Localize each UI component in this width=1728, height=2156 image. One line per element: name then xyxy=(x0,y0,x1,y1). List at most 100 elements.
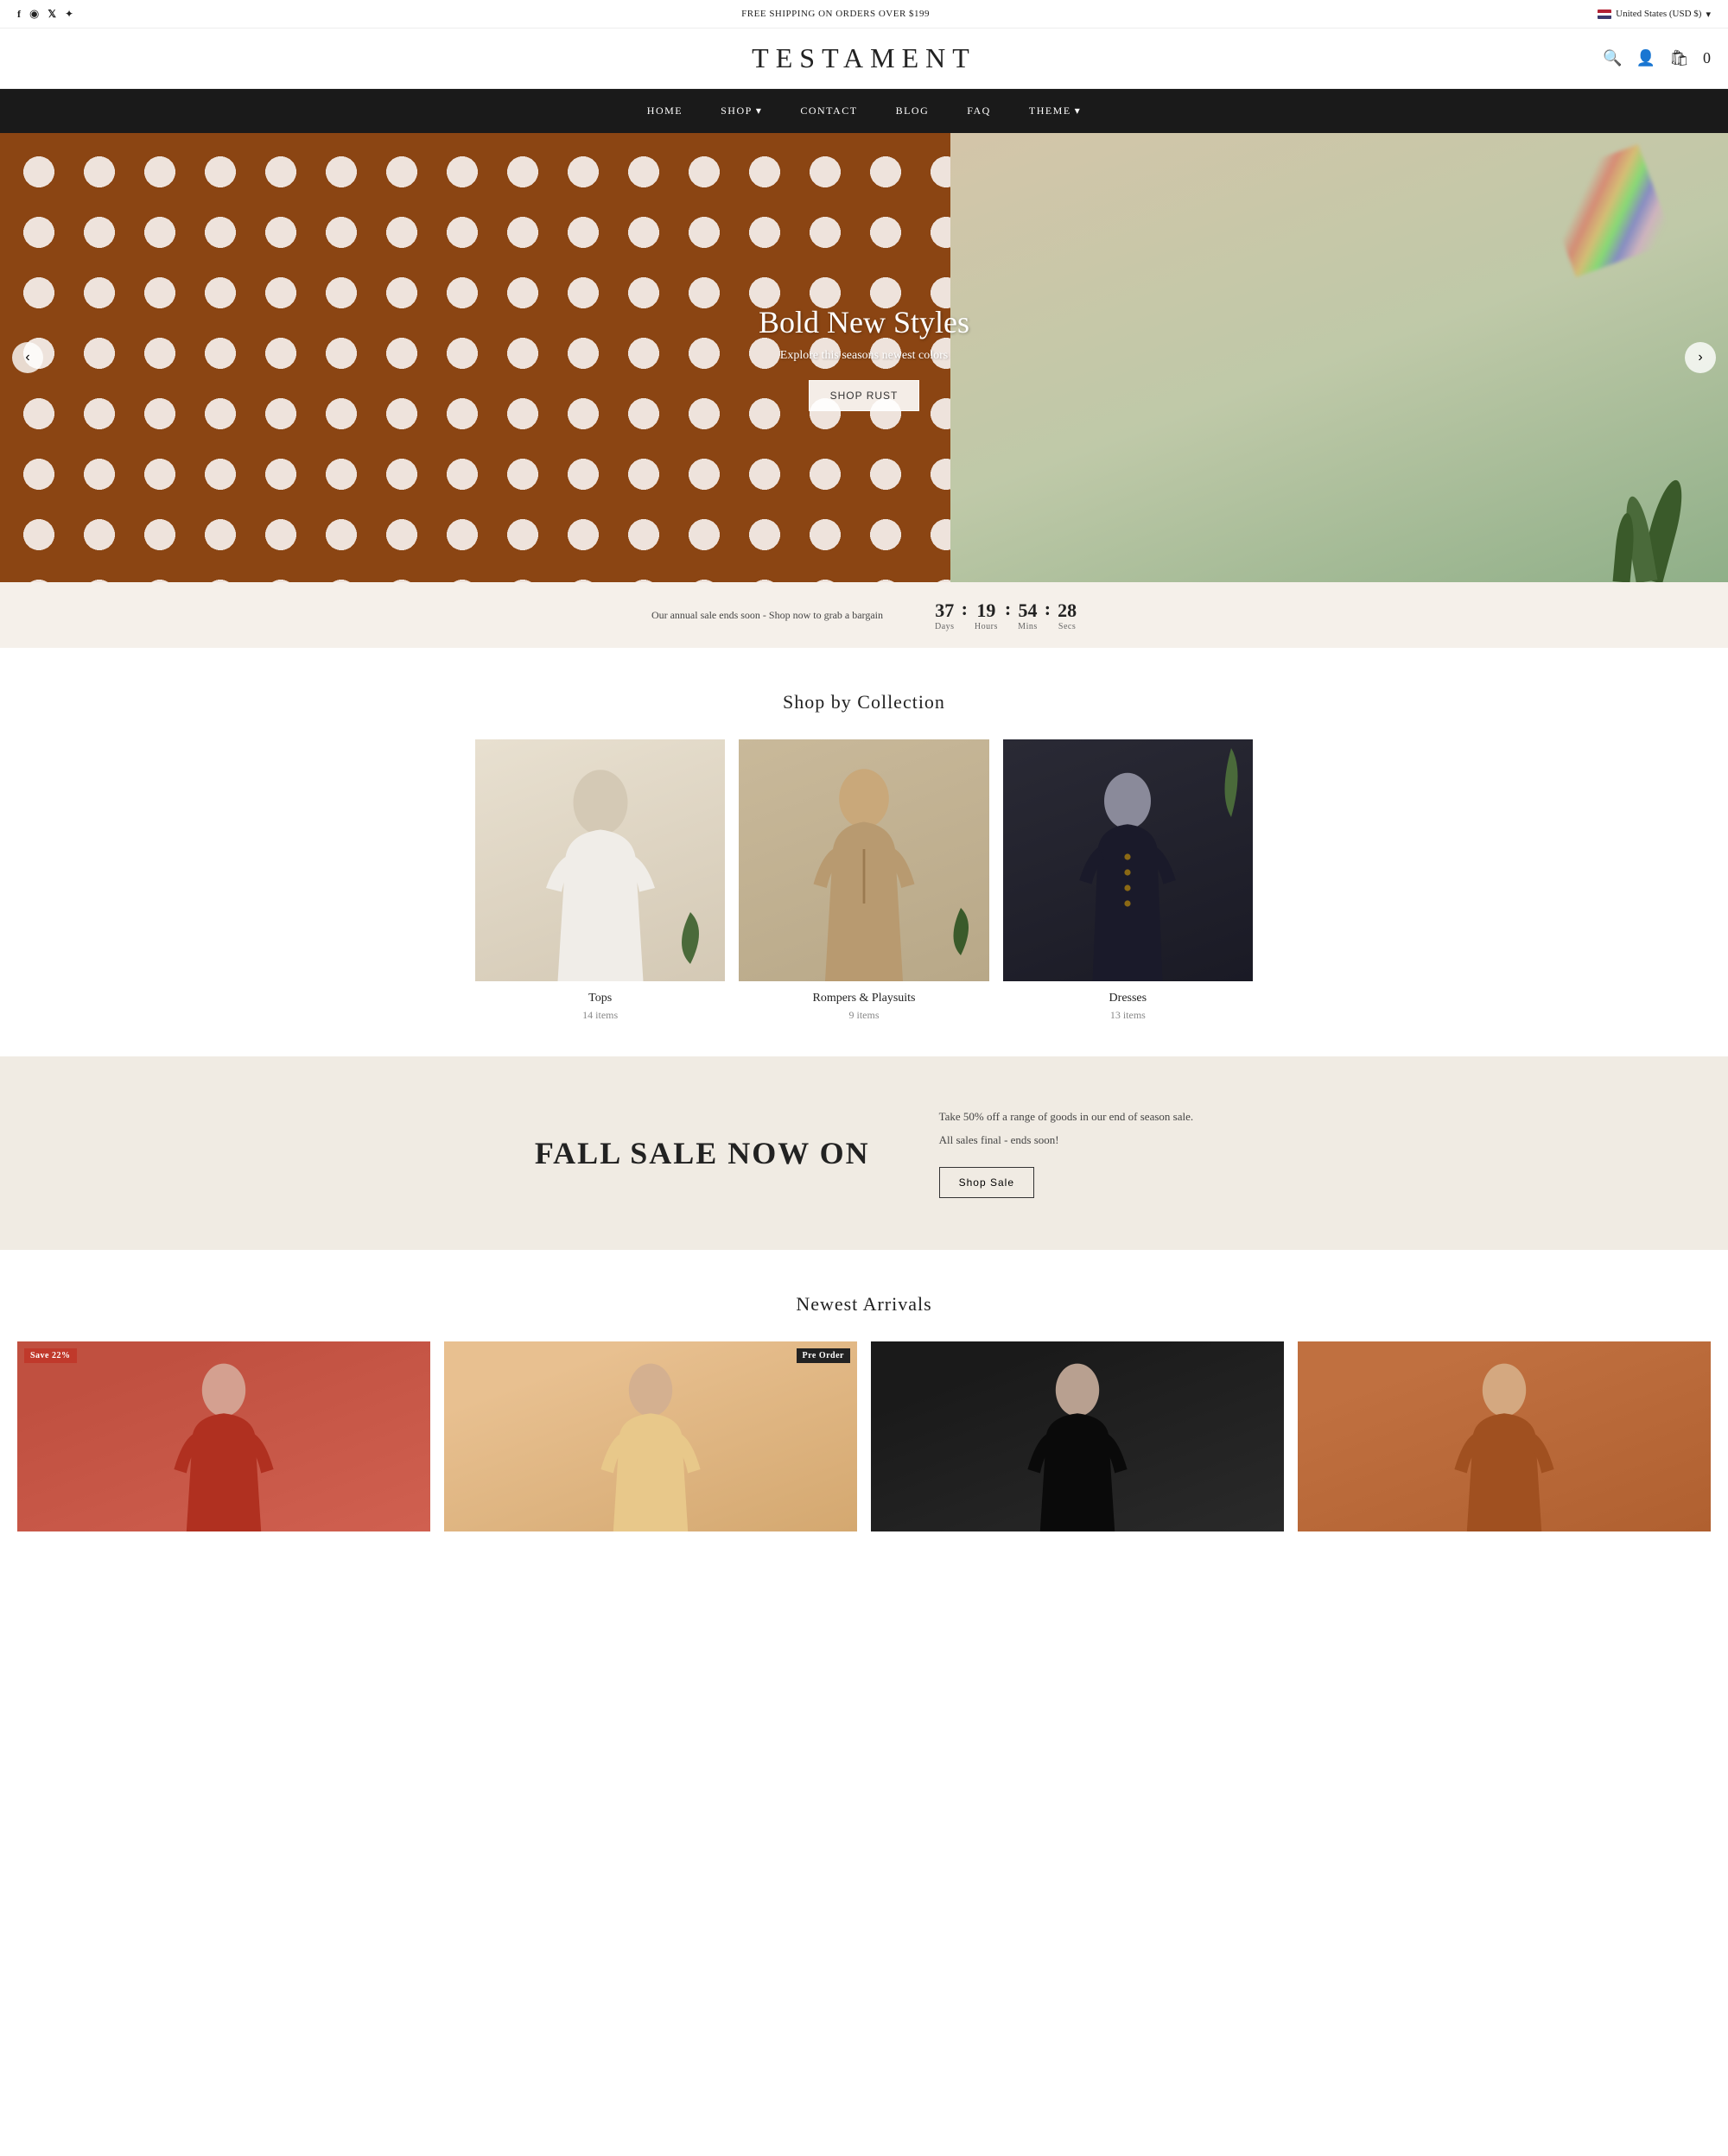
social-icons: f ◉ 𝕏 ✦ xyxy=(17,7,73,21)
leaf-decor-dresses xyxy=(1218,748,1244,817)
collections-section: Shop by Collection Tops 14 items xyxy=(0,648,1728,1056)
countdown-bar: Our annual sale ends soon - Shop now to … xyxy=(0,582,1728,648)
nav-home[interactable]: HOME xyxy=(628,89,702,133)
flag-icon xyxy=(1598,10,1611,19)
account-icon[interactable]: 👤 xyxy=(1636,49,1655,67)
collection-rompers-count: 9 items xyxy=(739,1009,988,1022)
countdown-timer: 37 Days : 19 Hours : 54 Mins : 28 Secs xyxy=(935,598,1077,632)
timer-secs: 28 Secs xyxy=(1058,599,1077,631)
timer-sep-2: : xyxy=(1005,598,1011,632)
header-actions: 🔍 👤 🛍 0 xyxy=(1603,49,1711,67)
timer-days-label: Days xyxy=(935,622,955,631)
countdown-shop-link[interactable]: Shop now xyxy=(769,609,810,621)
fall-sale-title: FALL SALE NOW ON xyxy=(535,1135,870,1171)
timer-hours-label: Hours xyxy=(975,622,998,631)
fall-sale-right: Take 50% off a range of goods in our end… xyxy=(939,1108,1194,1198)
next-arrow-icon: › xyxy=(1698,350,1702,365)
rompers-figure xyxy=(777,764,952,981)
hero-cta-button[interactable]: Shop Rust xyxy=(809,380,920,411)
dresses-figure xyxy=(1040,764,1216,981)
timer-hours: 19 Hours xyxy=(975,599,998,631)
arrival-figure-2 xyxy=(486,1360,816,1531)
leaf-decor-rompers xyxy=(946,908,976,955)
arrival-image-3 xyxy=(871,1341,1284,1531)
nav-theme[interactable]: THEME ▾ xyxy=(1010,89,1100,133)
collection-tops-count: 14 items xyxy=(475,1009,725,1022)
chevron-down-icon: ▾ xyxy=(1706,9,1711,20)
nav-shop[interactable]: SHOP ▾ xyxy=(702,89,781,133)
hero-next-button[interactable]: › xyxy=(1685,342,1716,373)
countdown-text-after: to grab a bargain xyxy=(813,609,883,621)
arrival-image-1: Save 22% xyxy=(17,1341,430,1531)
shipping-notice: FREE SHIPPING ON ORDERS OVER $199 xyxy=(741,9,930,19)
timer-secs-value: 28 xyxy=(1058,599,1077,622)
tops-figure xyxy=(512,764,688,981)
collection-rompers-name: Rompers & Playsuits xyxy=(739,992,988,1005)
hero-content: Bold New Styles Explore this seasons new… xyxy=(759,304,969,411)
pinterest-icon[interactable]: ✦ xyxy=(65,8,73,21)
collection-item-rompers[interactable]: Rompers & Playsuits 9 items xyxy=(739,739,988,1022)
collection-dresses-name: Dresses xyxy=(1003,992,1253,1005)
preorder-badge-2: Pre Order xyxy=(797,1348,850,1363)
timer-hours-value: 19 xyxy=(975,599,998,622)
timer-mins-value: 54 xyxy=(1018,599,1038,622)
collection-item-tops[interactable]: Tops 14 items xyxy=(475,739,725,1022)
header: TESTAMENT 🔍 👤 🛍 0 xyxy=(0,29,1728,89)
prev-arrow-icon: ‹ xyxy=(25,350,29,365)
collection-tops-name: Tops xyxy=(475,992,725,1005)
main-nav: HOME SHOP ▾ CONTACT BLOG FAQ THEME ▾ xyxy=(0,89,1728,133)
arrival-figure-3 xyxy=(912,1360,1242,1531)
twitter-icon[interactable]: 𝕏 xyxy=(48,8,56,21)
cart-icon[interactable]: 🛍 xyxy=(1669,49,1689,67)
top-bar: f ◉ 𝕏 ✦ FREE SHIPPING ON ORDERS OVER $19… xyxy=(0,0,1728,29)
timer-days: 37 Days xyxy=(935,599,955,631)
region-label: United States (USD $) xyxy=(1616,9,1701,19)
timer-sep-3: : xyxy=(1045,598,1051,632)
collection-dresses-image xyxy=(1003,739,1253,981)
arrivals-grid: Save 22% Pre Order xyxy=(17,1341,1711,1531)
instagram-icon[interactable]: ◉ xyxy=(29,7,39,21)
facebook-icon[interactable]: f xyxy=(17,8,21,21)
countdown-text: Our annual sale ends soon - Shop now to … xyxy=(651,609,883,622)
timer-days-value: 37 xyxy=(935,599,955,622)
fall-sale-desc-2: All sales final - ends soon! xyxy=(939,1132,1194,1150)
arrival-item-1[interactable]: Save 22% xyxy=(17,1341,430,1531)
collections-title: Shop by Collection xyxy=(17,691,1711,713)
cart-count: 0 xyxy=(1703,49,1711,67)
hero-prev-button[interactable]: ‹ xyxy=(12,342,43,373)
collection-rompers-image xyxy=(739,739,988,981)
nav-contact[interactable]: CONTACT xyxy=(781,89,876,133)
nav-blog[interactable]: BLOG xyxy=(877,89,949,133)
collections-grid: Tops 14 items Rompers & Playsuits xyxy=(475,739,1253,1022)
collection-tops-image xyxy=(475,739,725,981)
shop-chevron-icon: ▾ xyxy=(756,105,763,117)
collection-dresses-count: 13 items xyxy=(1003,1009,1253,1022)
search-icon[interactable]: 🔍 xyxy=(1603,49,1622,67)
fall-sale-banner: FALL SALE NOW ON Take 50% off a range of… xyxy=(0,1056,1728,1250)
arrival-item-4[interactable] xyxy=(1298,1341,1711,1531)
arrival-image-2: Pre Order xyxy=(444,1341,857,1531)
timer-secs-label: Secs xyxy=(1058,622,1077,631)
arrival-figure-1 xyxy=(59,1360,389,1531)
arrival-item-3[interactable] xyxy=(871,1341,1284,1531)
timer-mins-label: Mins xyxy=(1018,622,1038,631)
leaf-decor-tops xyxy=(673,912,708,964)
arrivals-title: Newest Arrivals xyxy=(17,1293,1711,1316)
timer-mins: 54 Mins xyxy=(1018,599,1038,631)
arrival-figure-4 xyxy=(1339,1360,1669,1531)
region-selector[interactable]: United States (USD $) ▾ xyxy=(1598,9,1711,20)
theme-chevron-icon: ▾ xyxy=(1075,105,1082,117)
collection-item-dresses[interactable]: Dresses 13 items xyxy=(1003,739,1253,1022)
sale-badge-1: Save 22% xyxy=(24,1348,77,1363)
arrival-image-4 xyxy=(1298,1341,1711,1531)
logo[interactable]: TESTAMENT xyxy=(752,42,976,74)
arrival-item-2[interactable]: Pre Order xyxy=(444,1341,857,1531)
hero-title: Bold New Styles xyxy=(759,304,969,340)
hero-section: Bold New Styles Explore this seasons new… xyxy=(0,133,1728,582)
nav-faq[interactable]: FAQ xyxy=(948,89,1010,133)
timer-sep-1: : xyxy=(962,598,968,632)
countdown-text-before: Our annual sale ends soon - xyxy=(651,609,766,621)
arrivals-section: Newest Arrivals Save 22% Pre Order xyxy=(0,1250,1728,1557)
fall-sale-button[interactable]: Shop Sale xyxy=(939,1167,1034,1198)
fall-sale-desc-1: Take 50% off a range of goods in our end… xyxy=(939,1108,1194,1126)
